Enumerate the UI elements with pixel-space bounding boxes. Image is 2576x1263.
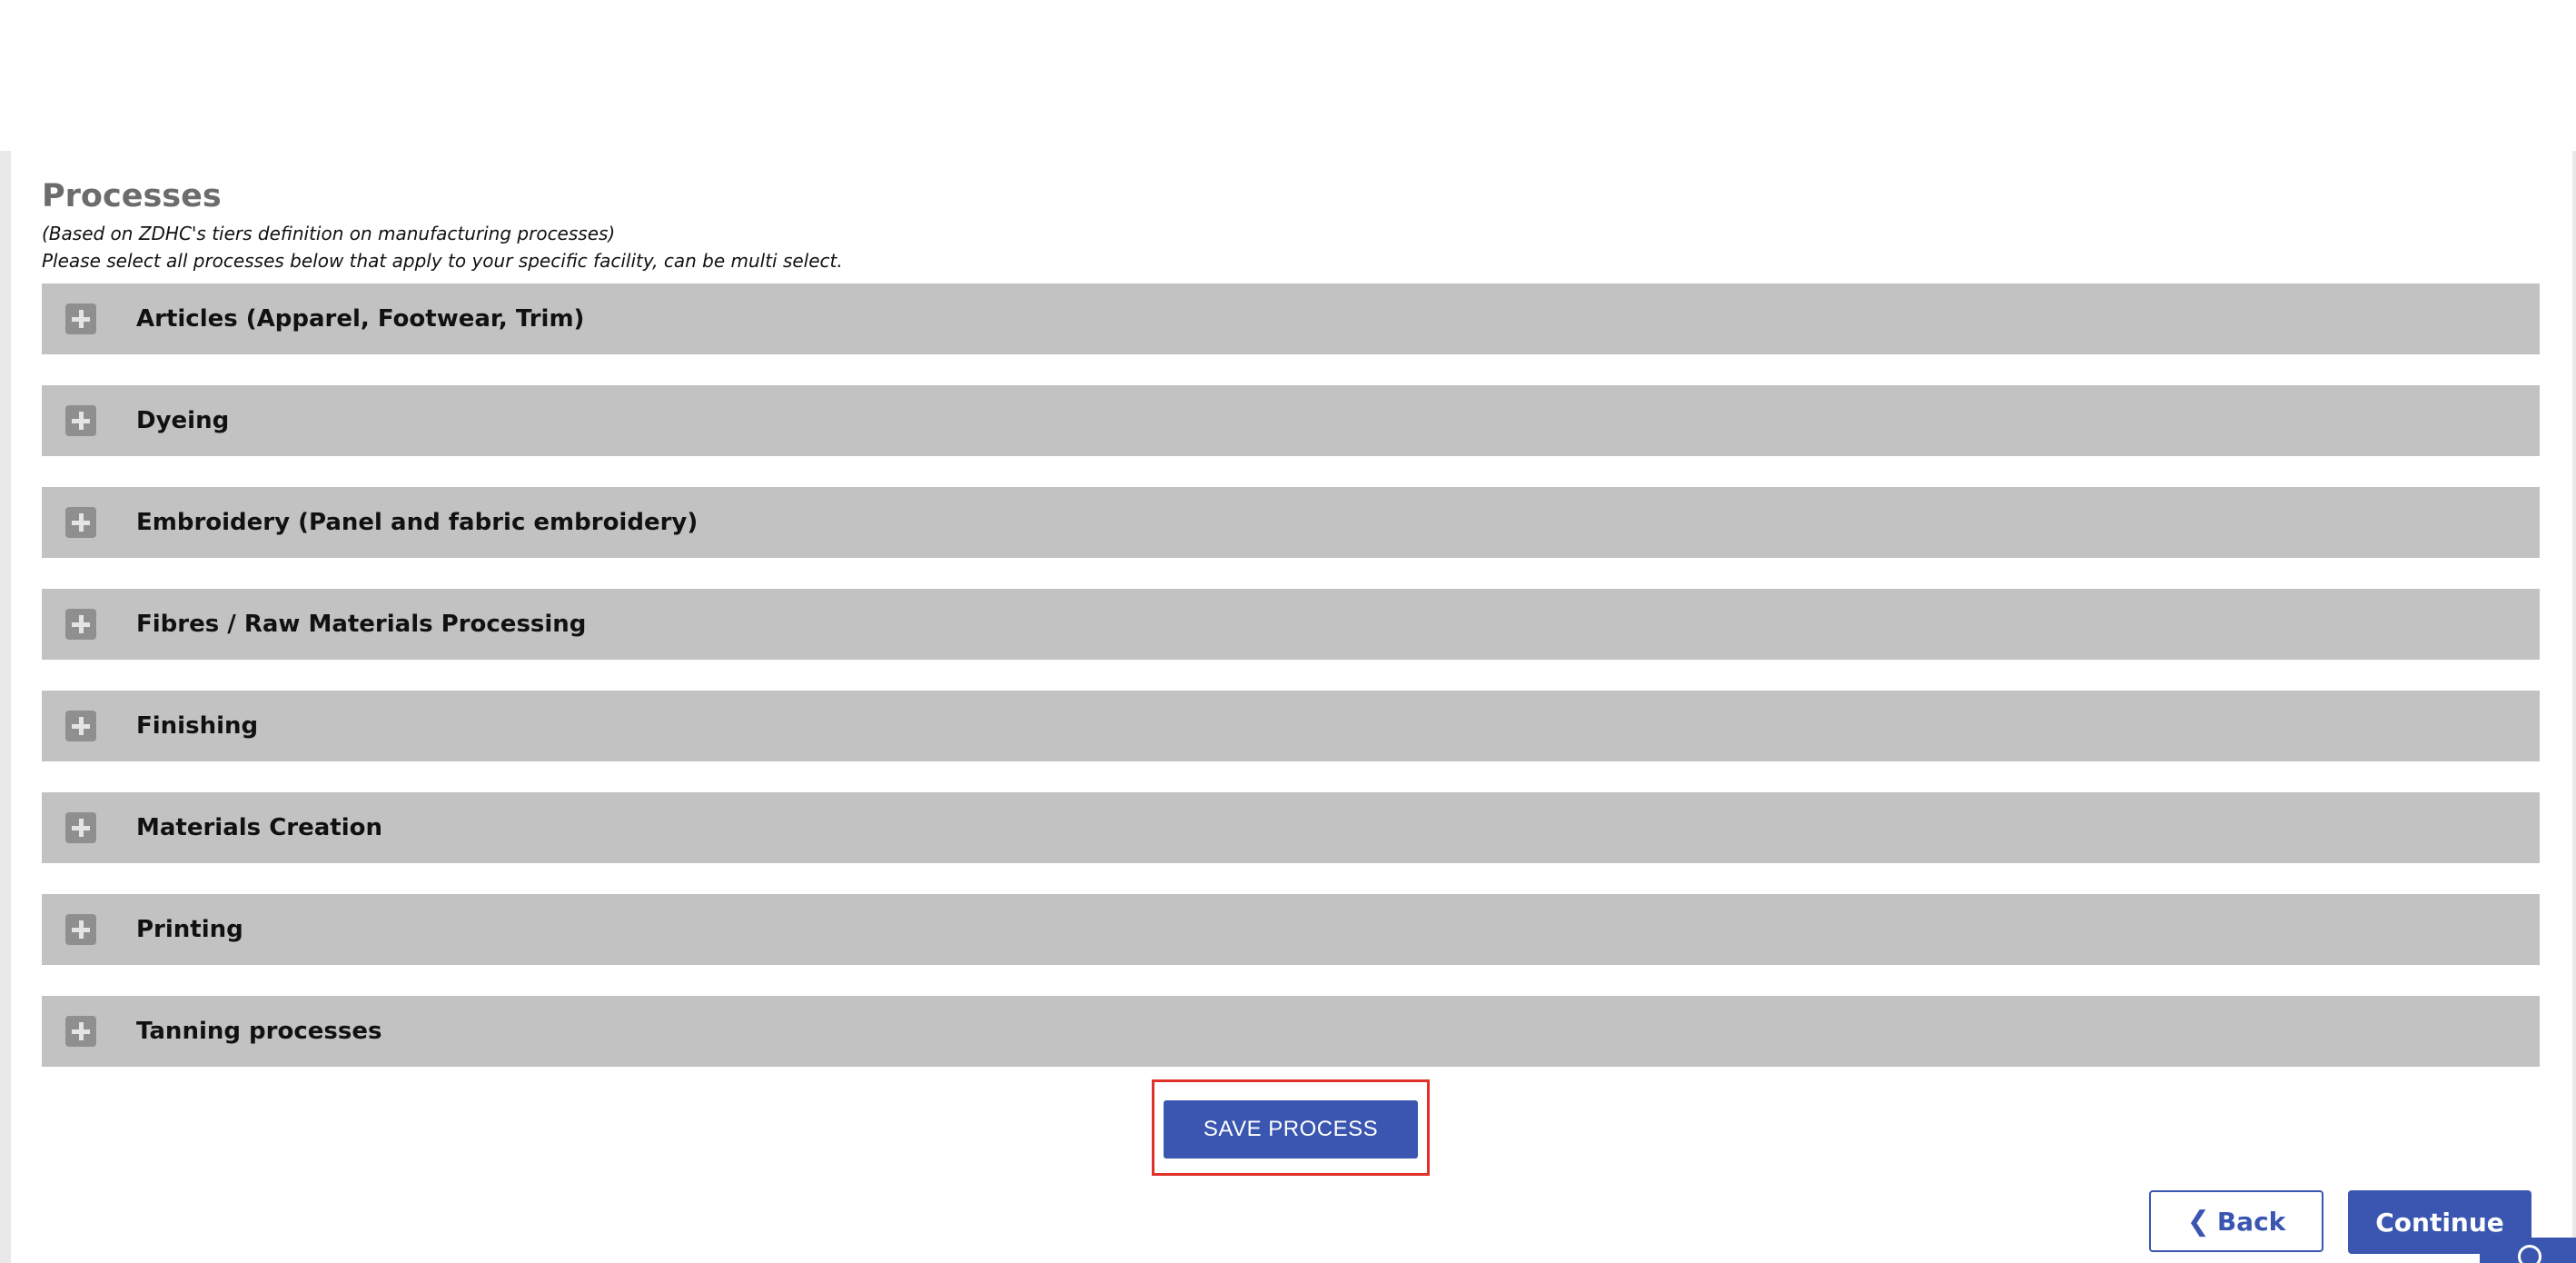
accordion-item-tanning[interactable]: Tanning processes	[42, 996, 2540, 1067]
chevron-left-icon: ❮	[2186, 1205, 2210, 1238]
help-icon[interactable]	[2518, 1245, 2541, 1263]
right-gutter	[2572, 151, 2576, 1263]
accordion-item-finishing[interactable]: Finishing	[42, 691, 2540, 761]
save-process-button[interactable]: SAVE PROCESS	[1164, 1100, 1418, 1159]
section-note-instructions: Please select all processes below that a…	[42, 250, 843, 272]
accordion-item-embroidery[interactable]: Embroidery (Panel and fabric embroidery)	[42, 487, 2540, 558]
accordion-item-label: Embroidery (Panel and fabric embroidery)	[136, 509, 698, 536]
accordion-item-label: Materials Creation	[136, 814, 382, 841]
top-blank-area	[0, 0, 2576, 151]
accordion-item-dyeing[interactable]: Dyeing	[42, 385, 2540, 456]
accordion-item-label: Printing	[136, 916, 243, 943]
help-widget-tab[interactable]	[2480, 1238, 2576, 1263]
accordion-item-label: Finishing	[136, 712, 259, 740]
plus-icon[interactable]	[65, 609, 96, 640]
section-note-zdhc: (Based on ZDHC's tiers definition on man…	[42, 223, 616, 244]
accordion-item-label: Tanning processes	[136, 1018, 382, 1045]
accordion-item-label: Fibres / Raw Materials Processing	[136, 611, 587, 638]
plus-icon[interactable]	[65, 303, 96, 334]
left-gutter	[0, 151, 11, 1263]
plus-icon[interactable]	[65, 507, 96, 538]
plus-icon[interactable]	[65, 914, 96, 945]
plus-icon[interactable]	[65, 1016, 96, 1047]
processes-section: Processes (Based on ZDHC's tiers definit…	[42, 173, 2540, 1098]
plus-icon[interactable]	[65, 812, 96, 843]
back-button[interactable]: ❮ Back	[2149, 1190, 2323, 1252]
accordion-item-articles[interactable]: Articles (Apparel, Footwear, Trim)	[42, 283, 2540, 354]
back-button-label: Back	[2216, 1206, 2286, 1237]
accordion-item-label: Dyeing	[136, 407, 230, 434]
plus-icon[interactable]	[65, 405, 96, 436]
section-title: Processes	[42, 178, 222, 214]
page: Processes (Based on ZDHC's tiers definit…	[0, 0, 2576, 1263]
accordion-item-printing[interactable]: Printing	[42, 894, 2540, 965]
process-accordion: Articles (Apparel, Footwear, Trim) Dyein…	[42, 283, 2540, 1067]
accordion-item-label: Articles (Apparel, Footwear, Trim)	[136, 305, 585, 333]
accordion-item-fibres[interactable]: Fibres / Raw Materials Processing	[42, 589, 2540, 660]
plus-icon[interactable]	[65, 711, 96, 741]
accordion-item-materials-creation[interactable]: Materials Creation	[42, 792, 2540, 863]
